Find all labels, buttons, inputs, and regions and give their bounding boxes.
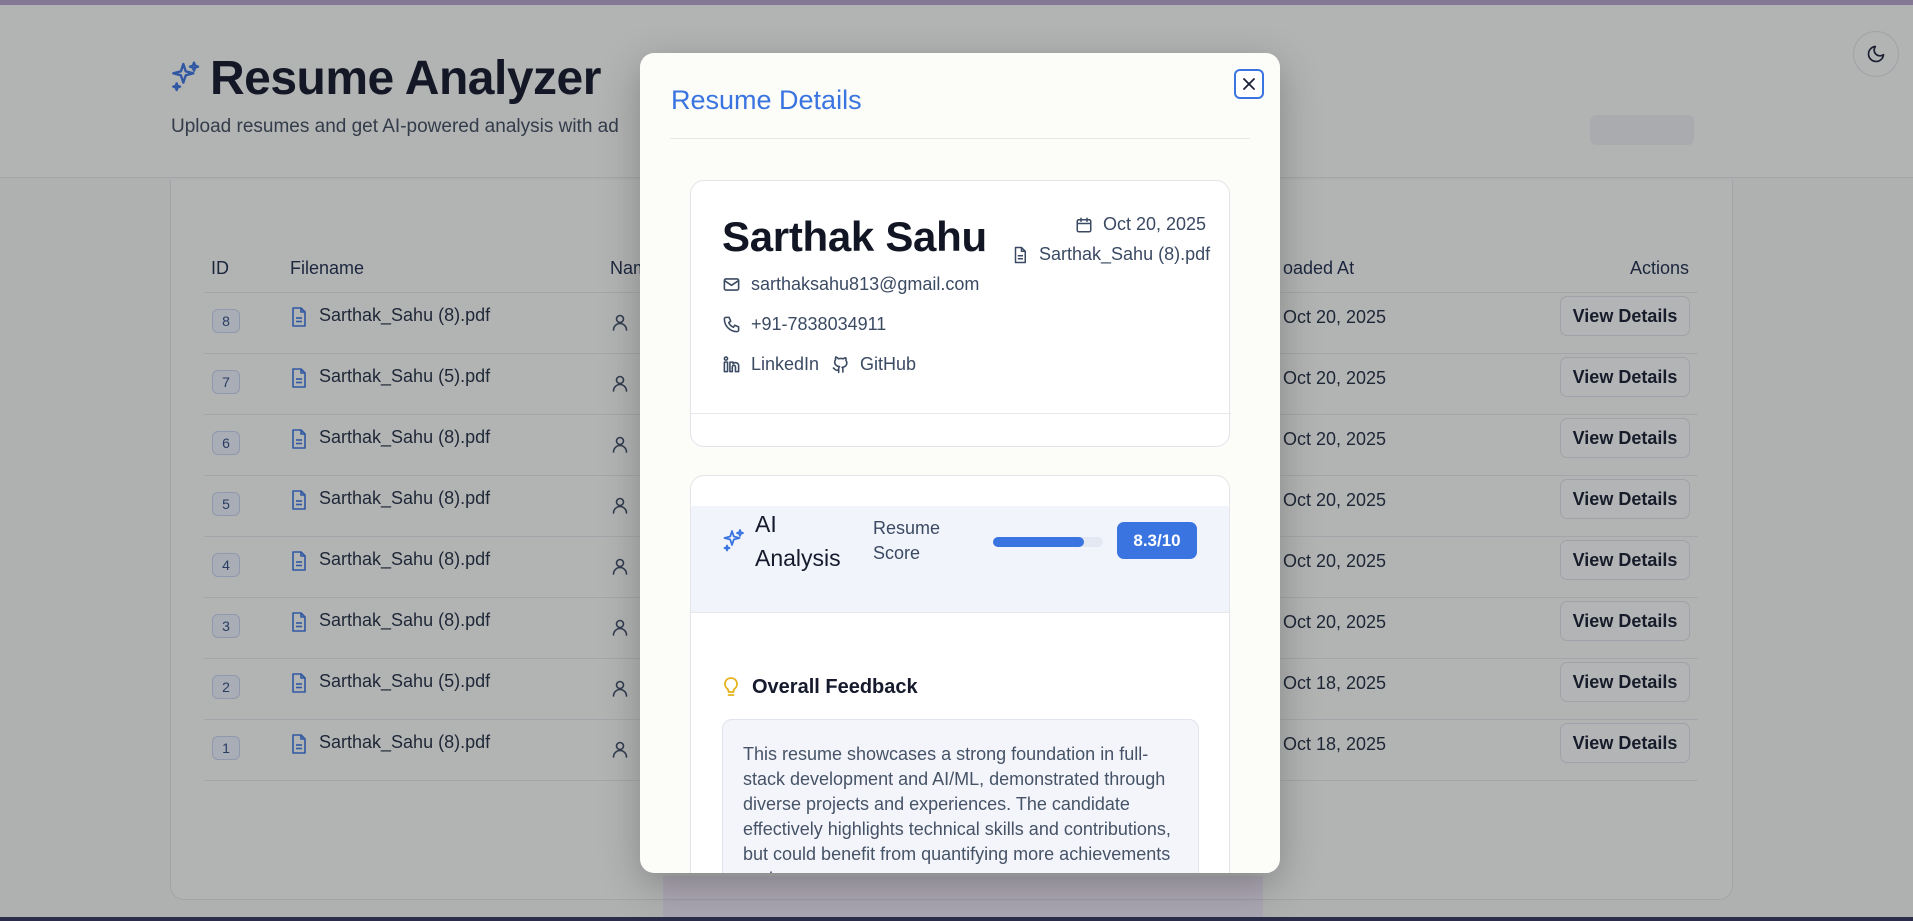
candidate-name: Sarthak Sahu [722,213,987,260]
linkedin-link-text: LinkedIn [751,354,820,374]
resume-score-label: Resume Score [873,518,941,563]
github-icon [832,356,848,374]
overall-feedback-text: This resume showcases a strong foundatio… [722,719,1199,873]
sparkles-icon [723,529,744,552]
resume-details-modal: Resume Details Sarthak Sahu Oct 20, 2025… [640,53,1280,873]
linkedin-link[interactable]: LinkedIn [722,354,819,375]
source-file-text: Sarthak_Sahu (8).pdf [1039,244,1211,264]
candidate-info-card: Sarthak Sahu Oct 20, 2025 Sarthak_Sahu (… [690,180,1231,447]
bottom-tint [663,876,1263,921]
calendar-icon [1076,217,1092,232]
close-icon [1243,78,1255,90]
resume-score-bar-fill [993,537,1085,547]
linkedin-icon [723,356,740,373]
ai-analysis-title: AI Analysis [755,511,841,571]
bottom-accent-strip [0,917,1913,921]
candidate-phone-text: +91-7838034911 [751,314,887,334]
file-icon [1014,246,1026,263]
candidate-email: sarthaksahu813@gmail.com [722,274,979,295]
candidate-email-text: sarthaksahu813@gmail.com [751,274,980,294]
ai-analysis-card: AI Analysis Resume Score 8.3/10 Overall … [690,475,1230,873]
upload-date-text: Oct 20, 2025 [1103,214,1207,234]
overall-feedback-title: Overall Feedback [752,676,918,698]
github-link-text: GitHub [860,354,917,374]
ai-analysis-header: AI Analysis Resume Score 8.3/10 [691,506,1229,613]
lightbulb-icon [724,677,738,696]
phone-icon [723,316,740,333]
info-card-divider [691,413,1231,414]
source-file: Sarthak_Sahu (8).pdf [1011,244,1210,265]
modal-divider [670,138,1250,139]
candidate-phone: +91-7838034911 [722,314,886,335]
upload-date: Oct 20, 2025 [1075,214,1206,235]
resume-score-bar [993,537,1103,547]
mail-icon [723,278,740,291]
close-button[interactable] [1234,69,1264,99]
github-link[interactable]: GitHub [831,354,916,375]
modal-title: Resume Details [671,85,862,115]
resume-score-badge: 8.3/10 [1117,522,1197,559]
